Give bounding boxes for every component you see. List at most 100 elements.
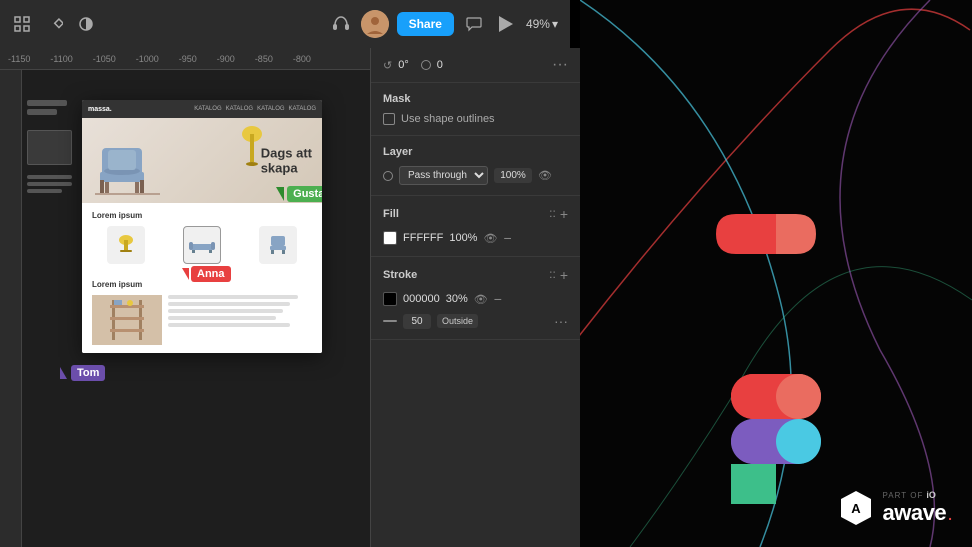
fill-color-swatch[interactable]	[383, 231, 397, 245]
toolbar-center: Share 49% ▾	[329, 10, 558, 38]
stroke-more-icon[interactable]: ···	[554, 313, 568, 329]
fill-visibility-icon[interactable]: 👁	[483, 232, 497, 245]
layer-row: Pass through 100% 👁	[383, 166, 568, 185]
cursor-anna: Anna	[182, 266, 231, 282]
fill-remove-icon[interactable]: −	[503, 230, 511, 246]
dark-panel: A PART OF iO awave .	[580, 0, 972, 547]
design-frame: massa. KATALOG KATALOG KATALOG KATALOG	[82, 100, 322, 353]
properties-panel: ↺ 0° 0 ··· Mask Use shape outlines Layer…	[370, 48, 580, 547]
small-frame	[27, 100, 72, 193]
mockup-hero-text: Dags att skapa	[261, 145, 312, 176]
nav-link: KATALOG	[194, 106, 221, 112]
awave-name: awave	[883, 500, 947, 526]
cursor-anna-label: Anna	[191, 266, 231, 282]
toolbar: Share 49% ▾	[0, 0, 570, 48]
stroke-remove-icon[interactable]: −	[494, 291, 502, 307]
stroke-grid-icon[interactable]: ::	[549, 267, 556, 283]
cursor-gustaf: Gustaf	[276, 186, 322, 202]
awave-icon: A	[837, 489, 875, 527]
stroke-add-icon[interactable]: +	[560, 267, 568, 283]
more-options-icon[interactable]: ···	[552, 56, 568, 74]
fill-color-value: FFFFFF	[403, 232, 443, 244]
ruler-mark: -850	[255, 54, 273, 64]
fill-row: FFFFFF 100% 👁 −	[383, 230, 568, 246]
visibility-icon[interactable]: 👁	[538, 169, 552, 182]
awave-logo: A PART OF iO awave .	[837, 489, 952, 527]
headphone-icon[interactable]	[329, 12, 353, 36]
fill-grid-icon[interactable]: ::	[549, 206, 556, 222]
blend-circle	[383, 171, 393, 181]
nav-link: KATALOG	[226, 106, 253, 112]
ruler-mark: -1000	[136, 54, 159, 64]
nav-link: KATALOG	[289, 106, 316, 112]
section1-title: Lorem ipsum	[92, 211, 312, 220]
stroke-color-swatch[interactable]	[383, 292, 397, 306]
stroke-visibility-icon[interactable]: 👁	[474, 293, 488, 306]
play-icon[interactable]	[494, 12, 518, 36]
stroke-row2: 50 Outside ···	[383, 313, 568, 329]
ruler-mark: -1150	[8, 54, 30, 64]
component-icon[interactable]	[44, 14, 64, 34]
ruler-mark: -1100	[50, 54, 72, 64]
stroke-controls: :: +	[549, 267, 568, 283]
hero-line1: Dags att	[261, 145, 312, 161]
zoom-badge[interactable]: 49% ▾	[526, 17, 558, 31]
product-text	[168, 295, 312, 345]
mockup-icons-row	[92, 226, 312, 264]
figma-logo	[716, 194, 836, 354]
fill-title: Fill	[383, 208, 399, 220]
ruler-mark: -1050	[93, 54, 116, 64]
rotation-arrow: ↺	[383, 59, 392, 72]
cursor-gustaf-label: Gustaf	[287, 186, 322, 202]
shape-outlines-label: Use shape outlines	[401, 113, 495, 125]
stroke-color-value: 000000	[403, 293, 440, 305]
mockup-section1: Lorem ipsum	[82, 203, 322, 272]
prop-stroke-section: Stroke :: + 000000 30% 👁 − 50 Outside ··…	[371, 257, 580, 340]
rotation-circle	[421, 60, 431, 70]
rotation-num: 0	[437, 59, 443, 71]
blend-mode-select[interactable]: Pass through	[399, 166, 488, 185]
rotation-value: 0°	[398, 59, 409, 71]
mockup-nav-links: KATALOG KATALOG KATALOG KATALOG	[194, 106, 316, 112]
product-image	[92, 295, 162, 345]
shape-outlines-checkbox[interactable]	[383, 113, 395, 125]
fill-controls: :: +	[549, 206, 568, 222]
prop-fill-section: Fill :: + FFFFFF 100% 👁 −	[371, 196, 580, 257]
toolbar-left	[12, 14, 319, 34]
contrast-icon[interactable]	[76, 14, 96, 34]
prop-layer-section: Layer Pass through 100% 👁	[371, 136, 580, 196]
ruler-mark: -800	[293, 54, 311, 64]
stroke-title: Stroke	[383, 269, 417, 281]
share-button[interactable]: Share	[397, 12, 454, 36]
mask-title: Mask	[383, 93, 568, 105]
stroke-position: Outside	[437, 314, 478, 328]
ruler-vertical	[0, 70, 22, 547]
io-label: iO	[926, 490, 936, 500]
stroke-width-value: 50	[403, 314, 431, 329]
mockup-section2: Lorem ipsum	[82, 272, 322, 353]
opacity-value: 100%	[494, 168, 532, 183]
chair-illustration	[90, 128, 165, 203]
stroke-line-icon	[383, 320, 397, 322]
awave-brand: awave .	[883, 500, 952, 526]
part-of-row: PART OF iO	[883, 490, 952, 500]
mask-option: Use shape outlines	[383, 113, 568, 125]
ruler-mark: -950	[179, 54, 197, 64]
lamp-decoration	[242, 126, 262, 166]
mockup-img-row	[92, 295, 312, 345]
part-of-label: PART OF	[883, 491, 924, 500]
frame-tool-icon[interactable]	[12, 14, 32, 34]
stroke-row: 000000 30% 👁 −	[383, 291, 568, 307]
stroke-opacity-value: 30%	[446, 293, 468, 305]
product-icon-3	[259, 226, 297, 264]
fill-add-icon[interactable]: +	[560, 206, 568, 222]
prop-rotation-section: ↺ 0° 0 ···	[371, 48, 580, 83]
awave-text-group: PART OF iO awave .	[883, 490, 952, 526]
hero-line2: skapa	[261, 161, 312, 177]
comment-icon[interactable]	[462, 12, 486, 36]
avatar[interactable]	[361, 10, 389, 38]
fill-header: Fill :: +	[383, 206, 568, 222]
product-icon-2	[183, 226, 221, 264]
svg-text:A: A	[851, 501, 861, 516]
awave-dot: .	[948, 507, 952, 523]
